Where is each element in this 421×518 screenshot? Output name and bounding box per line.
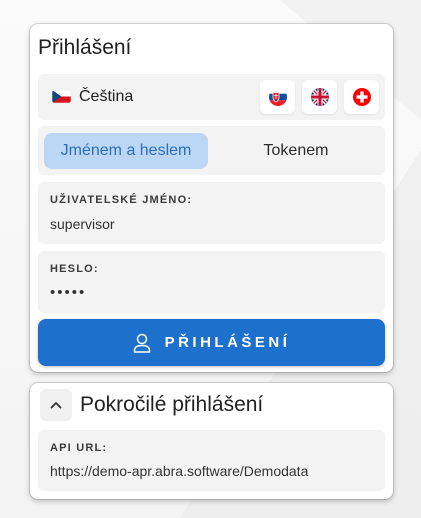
username-label: UŽIVATELSKÉ JMÉNO: xyxy=(50,194,193,206)
flag-gb-icon xyxy=(310,88,329,106)
chevron-up-icon xyxy=(50,402,62,409)
flag-sk-icon xyxy=(268,88,287,106)
login-title: Přihlášení xyxy=(38,36,132,59)
user-icon xyxy=(133,333,151,353)
language-label: Čeština xyxy=(79,88,134,105)
login-button[interactable]: PŘIHLÁŠENÍ xyxy=(38,319,385,366)
language-selector[interactable]: Čeština xyxy=(38,74,385,120)
flag-cz-icon xyxy=(52,90,71,103)
advanced-login-title: Pokročilé přihlášení xyxy=(80,393,264,416)
username-input[interactable]: supervisor xyxy=(50,216,115,232)
language-slovak-button[interactable] xyxy=(260,80,295,114)
collapse-advanced-button[interactable] xyxy=(40,389,72,421)
tab-username-password[interactable]: Jménem a heslem xyxy=(44,133,208,169)
tab-token[interactable]: Tokenem xyxy=(214,133,378,169)
api-url-input[interactable]: https://demo-apr.abra.software/Demodata xyxy=(50,463,308,479)
login-button-label: PŘIHLÁŠENÍ xyxy=(164,334,291,351)
flag-ch-icon xyxy=(352,88,371,106)
language-swiss-button[interactable] xyxy=(344,80,379,114)
advanced-login-card: Pokročilé přihlášení API URL: https://de… xyxy=(30,383,393,499)
login-method-tabs: Jménem a heslem Tokenem xyxy=(38,126,385,175)
language-english-button[interactable] xyxy=(302,80,337,114)
login-card: Přihlášení Čeština Jménem a heslem Token… xyxy=(30,24,393,372)
api-url-field[interactable]: API URL: https://demo-apr.abra.software/… xyxy=(38,430,385,491)
password-label: HESLO: xyxy=(50,263,99,275)
password-input[interactable]: ••••• xyxy=(50,284,86,301)
api-url-label: API URL: xyxy=(50,442,108,454)
password-field[interactable]: HESLO: ••••• xyxy=(38,251,385,313)
username-field[interactable]: UŽIVATELSKÉ JMÉNO: supervisor xyxy=(38,182,385,244)
